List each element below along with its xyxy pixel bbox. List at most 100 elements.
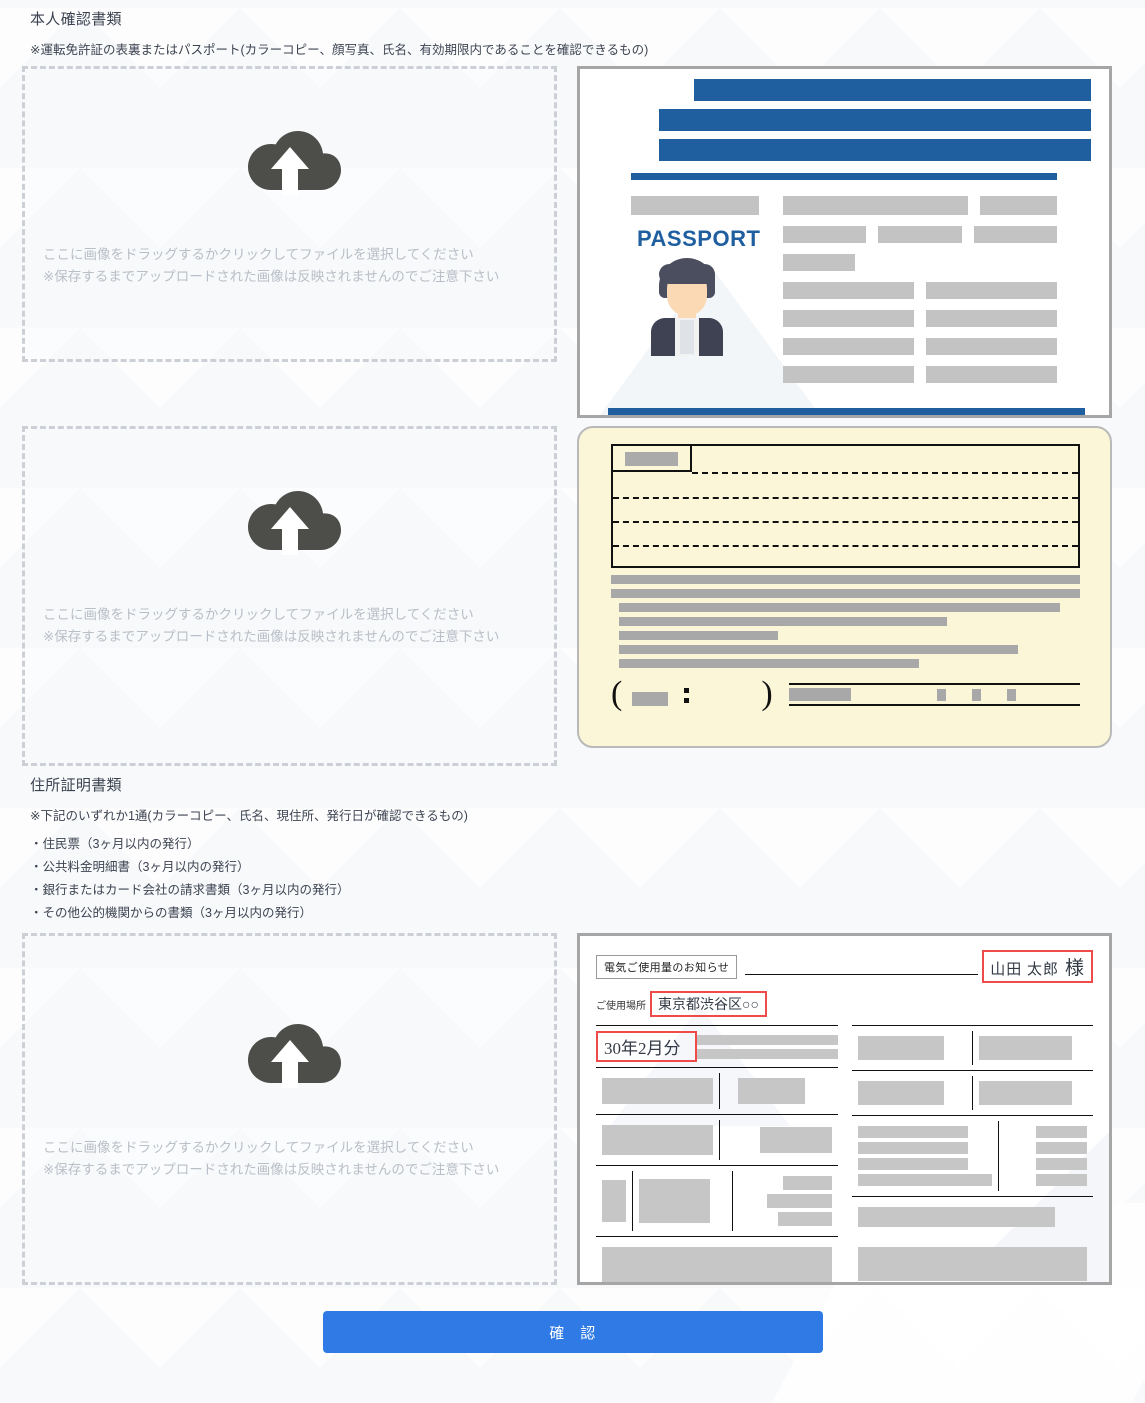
bill-placeholder	[602, 1180, 627, 1223]
passport-field-placeholder	[783, 310, 914, 328]
passport-field-placeholder	[926, 338, 1057, 356]
passport-photo-column: PASSPORT	[631, 196, 765, 394]
address-document-list: ・住民票（3ヶ月以内の発行） ・公共料金明細書（3ヶ月以内の発行） ・銀行または…	[30, 833, 1123, 926]
section-title-identity: 本人確認書類	[30, 11, 122, 28]
bill-placeholder	[602, 1247, 832, 1283]
licence-footer-placeholder	[936, 688, 946, 701]
section-title-address: 住所証明書類	[30, 777, 122, 795]
passport-photo-avatar	[647, 258, 727, 357]
passport-field-placeholder	[783, 254, 855, 272]
bill-month-highlight: 30年2月分	[596, 1031, 697, 1063]
licence-line	[619, 645, 1018, 655]
bill-recipient-name: 山田 太郎様	[990, 958, 1085, 980]
bill-placeholder	[857, 1081, 945, 1106]
bill-placeholder	[696, 1048, 838, 1059]
dropzone-line2: ※保存するまでアップロードされた画像は反映されませんのでご注意下さい	[43, 629, 500, 645]
dropzone-instruction-identity-front: ここに画像をドラッグするかクリックしてファイルを選択してください ※保存するまで…	[43, 244, 536, 288]
licence-line	[611, 575, 1080, 585]
dropzone-line2: ※保存するまでアップロードされた画像は反映されませんのでご注意下さい	[43, 1162, 500, 1178]
dropzone-line1: ここに画像をドラッグするかクリックしてファイルを選択してください	[43, 247, 474, 263]
bill-placeholder	[696, 1034, 838, 1045]
bill-placeholder	[857, 1142, 968, 1155]
bill-placeholder-stack	[696, 1034, 838, 1059]
bill-placeholder	[777, 1212, 832, 1227]
bill-placeholder	[766, 1194, 832, 1209]
bill-row	[851, 1070, 1093, 1115]
upload-row-identity-front: ここに画像をドラッグするかクリックしてファイルを選択してください ※保存するまで…	[22, 66, 1123, 419]
cloud-upload-icon	[235, 123, 345, 200]
bill-placeholder	[1036, 1174, 1087, 1187]
list-item: ・公共料金明細書（3ヶ月以内の発行）	[30, 859, 250, 874]
passport-field-placeholder	[878, 226, 962, 244]
licence-bracket-close: )	[761, 675, 773, 713]
utility-bill-image: 電気ご使用量のお知らせ 山田 太郎様 ご使用場所 東京都渋谷区○○ 30年2月分	[577, 933, 1112, 1286]
upload-row-address: ここに画像をドラッグするかクリックしてファイルを選択してください ※保存するまで…	[22, 933, 1123, 1286]
section-note-address: ※下記のいずれか1通(カラーコピー、氏名、現住所、発行日が確認できるもの)	[30, 809, 468, 824]
passport-field-placeholder	[926, 282, 1057, 300]
passport-field-placeholder	[783, 226, 867, 244]
bill-place-row: ご使用場所 東京都渋谷区○○	[596, 991, 1093, 1018]
dropzone-identity-front[interactable]: ここに画像をドラッグするかクリックしてファイルを選択してください ※保存するまで…	[22, 66, 557, 363]
passport-field-placeholder	[783, 282, 914, 300]
dropzone-identity-back[interactable]: ここに画像をドラッグするかクリックしてファイルを選択してください ※保存するまで…	[22, 426, 557, 767]
passport-mrz-bar	[608, 408, 1085, 416]
bill-placeholder	[857, 1174, 992, 1187]
confirm-button[interactable]: 確 認	[322, 1311, 823, 1354]
bill-placeholder	[857, 1158, 968, 1171]
identity-verification-page: 本人確認書類 ※運転免許証の表裏またはパスポート(カラーコピー、顔写真、氏名、有…	[0, 8, 1145, 1354]
bill-placeholder	[1036, 1142, 1087, 1155]
list-item: ・住民票（3ヶ月以内の発行）	[30, 836, 200, 851]
passport-header-bar-2	[659, 109, 1091, 132]
bill-placeholder	[738, 1078, 806, 1105]
preview-identity-front[interactable]: PASSPORT	[577, 66, 1112, 419]
licence-dashed-line	[613, 497, 1078, 500]
passport-field-placeholder	[979, 196, 1057, 216]
licence-dashed-line	[613, 545, 1078, 548]
passport-document-image: PASSPORT	[577, 66, 1112, 419]
bill-placeholder	[857, 1207, 1055, 1228]
passport-divider-rule	[631, 173, 1057, 181]
licence-line	[619, 659, 920, 669]
passport-field-placeholder	[926, 310, 1057, 328]
licence-text-lines	[611, 575, 1080, 669]
bill-row	[596, 1236, 838, 1283]
bill-placeholder	[857, 1247, 1087, 1282]
bill-body: 30年2月分	[596, 1025, 1094, 1283]
dropzone-line2: ※保存するまでアップロードされた画像は反映されませんのでご注意下さい	[43, 269, 500, 285]
licence-footer-placeholder	[1006, 688, 1016, 701]
bill-placeholder	[639, 1179, 711, 1224]
bill-right-column	[851, 1025, 1094, 1282]
licence-dashed-line	[692, 472, 1078, 475]
licence-line	[619, 617, 948, 627]
dropzone-instruction-address: ここに画像をドラッグするかクリックしてファイルを選択してください ※保存するまで…	[43, 1137, 536, 1181]
passport-label: PASSPORT	[637, 226, 761, 252]
bill-placeholder	[978, 1081, 1072, 1106]
licence-dashed-line	[613, 521, 1078, 524]
bill-placeholder	[602, 1078, 714, 1105]
licence-address-table	[611, 444, 1080, 569]
list-item: ・その他公的機関からの書類（3ヶ月以内の発行）	[30, 906, 312, 921]
licence-line	[619, 631, 779, 641]
bill-placeholder	[857, 1036, 945, 1061]
bill-header: 電気ご使用量のお知らせ 山田 太郎様	[596, 950, 1093, 984]
passport-field-placeholder	[973, 226, 1057, 244]
dropzone-address-proof[interactable]: ここに画像をドラッグするかクリックしてファイルを選択してください ※保存するまで…	[22, 933, 557, 1286]
passport-header-bar-3	[659, 139, 1091, 162]
bill-row	[596, 1067, 838, 1114]
licence-table-cell	[613, 446, 692, 473]
preview-address-proof[interactable]: 電気ご使用量のお知らせ 山田 太郎様 ご使用場所 東京都渋谷区○○ 30年2月分	[577, 933, 1112, 1286]
bill-row	[596, 1165, 838, 1236]
bill-row	[851, 1115, 1093, 1196]
bill-header-rule	[745, 973, 979, 975]
licence-bracket-open: (	[611, 675, 623, 713]
passport-field-placeholder	[783, 196, 968, 216]
bill-row	[852, 1237, 1094, 1282]
licence-signature-block	[788, 683, 1080, 707]
bill-placeholder	[1036, 1158, 1087, 1171]
licence-colon-mark	[684, 688, 690, 704]
licence-document-image: ( )	[577, 426, 1112, 749]
passport-field-placeholder	[783, 338, 914, 356]
preview-identity-back[interactable]: ( )	[577, 426, 1112, 749]
passport-field-placeholder	[631, 196, 759, 216]
passport-fields-column	[783, 196, 1057, 394]
